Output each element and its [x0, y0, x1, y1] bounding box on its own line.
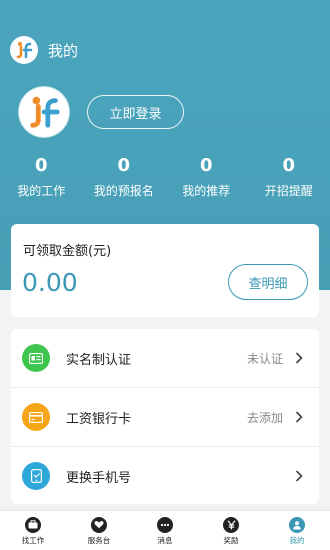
tab-label: 奖励	[223, 535, 239, 545]
stat-label: 开招提醒	[264, 184, 313, 198]
tab-label: 我的	[289, 535, 305, 545]
menu-item-change-phone[interactable]: 更换手机号	[11, 447, 319, 504]
tab-label: 消息	[157, 535, 173, 545]
chevron-right-icon	[291, 409, 307, 425]
tab-messages[interactable]: 消息	[132, 511, 198, 550]
briefcase-icon	[25, 516, 41, 533]
menu-item-label: 实名制认证	[66, 352, 132, 368]
stat-hiring-reminders[interactable]: 0 开招提醒	[248, 155, 330, 205]
yen-icon	[223, 516, 239, 533]
stat-my-pre-registrations[interactable]: 0 我的预报名	[83, 155, 166, 205]
bottom-tab-bar: 找工作 服务台 消息 奖励 我的	[0, 510, 330, 550]
stat-value: 0	[117, 155, 131, 176]
stat-label: 我的推荐	[182, 184, 231, 198]
view-details-button[interactable]: 查明细	[228, 264, 308, 300]
stat-my-referrals[interactable]: 0 我的推荐	[165, 155, 248, 205]
avatar[interactable]	[19, 87, 69, 137]
tab-rewards[interactable]: 奖励	[198, 511, 264, 550]
menu-item-salary-bank-card[interactable]: 工资银行卡 去添加	[11, 388, 319, 446]
balance-card: 可领取金额(元) 0.00 查明细	[11, 224, 319, 317]
tab-find-job[interactable]: 找工作	[0, 511, 66, 550]
id-card-icon	[22, 344, 50, 372]
page-title: 我的	[48, 41, 79, 60]
stat-my-jobs[interactable]: 0 我的工作	[0, 155, 83, 205]
chevron-right-icon	[291, 350, 307, 366]
person-icon	[289, 516, 305, 533]
phone-icon	[22, 462, 50, 490]
stat-label: 我的工作	[17, 184, 66, 198]
tab-label: 找工作	[21, 535, 45, 545]
app-logo-icon	[30, 96, 60, 128]
tab-service-desk[interactable]: 服务台	[66, 511, 132, 550]
chevron-right-icon	[291, 468, 307, 484]
tab-mine[interactable]: 我的	[264, 511, 330, 550]
bank-card-icon	[22, 403, 50, 431]
stat-value: 0	[282, 155, 296, 176]
stat-value: 0	[34, 155, 48, 176]
stat-label: 我的预报名	[93, 184, 154, 198]
verification-status: 未认证	[246, 351, 283, 366]
menu-item-real-name-verification[interactable]: 实名制认证 未认证	[11, 329, 319, 387]
settings-menu: 实名制认证 未认证 工资银行卡 去添加 更换手机号	[11, 329, 319, 504]
menu-item-label: 工资银行卡	[66, 411, 132, 427]
bank-card-status: 去添加	[246, 410, 283, 425]
heart-icon	[91, 516, 107, 533]
menu-item-label: 更换手机号	[66, 470, 132, 486]
app-logo-icon	[10, 36, 38, 64]
chat-icon	[157, 516, 173, 533]
balance-value: 0.00	[22, 268, 78, 297]
balance-label: 可领取金额(元)	[23, 244, 112, 259]
login-button[interactable]: 立即登录	[87, 95, 184, 129]
tab-label: 服务台	[87, 535, 111, 545]
top-bar: 我的	[10, 35, 78, 65]
stats-row: 0 我的工作 0 我的预报名 0 我的推荐 0 开招提醒	[0, 155, 330, 205]
stat-value: 0	[199, 155, 213, 176]
